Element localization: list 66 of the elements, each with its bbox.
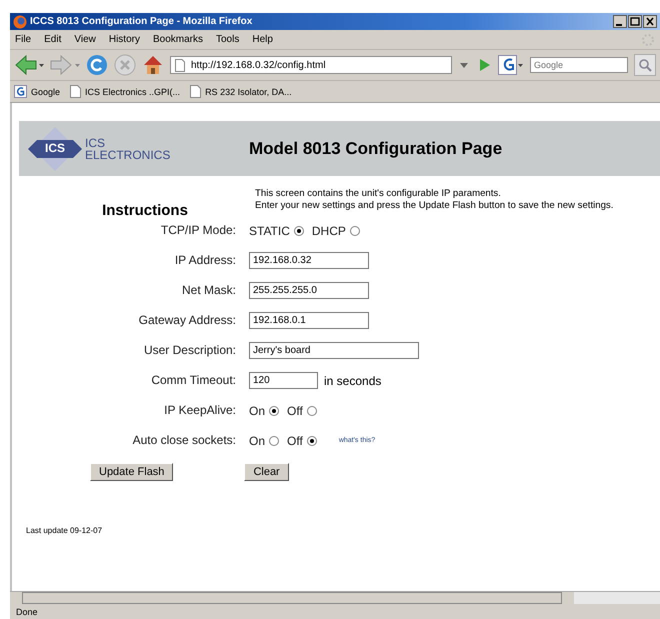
menu-item[interactable]: Tools bbox=[216, 34, 240, 45]
form-button[interactable]: Update Flash bbox=[90, 463, 174, 481]
throbber-icon bbox=[641, 32, 655, 46]
option-label: Off bbox=[287, 404, 303, 418]
google-icon bbox=[14, 85, 27, 98]
text-field[interactable]: 192.168.0.1 bbox=[249, 312, 369, 329]
home-button[interactable] bbox=[142, 54, 164, 76]
menu-item[interactable]: Bookmarks bbox=[152, 34, 203, 45]
page-heading: Model 8013 Configuration Page bbox=[248, 138, 502, 158]
logo-text: ICS bbox=[85, 136, 106, 148]
field-label: Net Mask: bbox=[180, 282, 236, 299]
page-icon bbox=[175, 58, 185, 72]
reload-button[interactable] bbox=[86, 54, 108, 76]
forward-button[interactable] bbox=[50, 54, 80, 76]
bookmark[interactable]: ICS Electronics ..GPI(... bbox=[70, 85, 180, 98]
option-label: On bbox=[249, 434, 266, 448]
text-field[interactable]: 192.168.0.32 bbox=[249, 252, 369, 269]
menu-item[interactable]: History bbox=[108, 34, 140, 45]
search-engine-button[interactable] bbox=[498, 54, 524, 76]
text-field[interactable]: 120 bbox=[249, 372, 318, 389]
field-label: User Description: bbox=[142, 342, 236, 359]
field-label: IP KeepAlive: bbox=[163, 402, 236, 419]
form-button[interactable]: Clear bbox=[244, 463, 289, 481]
radio-button[interactable] bbox=[294, 226, 304, 236]
option-label: On bbox=[249, 404, 266, 418]
bookmark[interactable]: Google bbox=[14, 85, 60, 98]
page-icon bbox=[190, 85, 202, 98]
field-label: IP Address: bbox=[174, 252, 236, 269]
radio-button[interactable] bbox=[350, 226, 360, 236]
search-field[interactable]: Google bbox=[530, 57, 628, 73]
menu-item[interactable]: Edit bbox=[44, 34, 62, 45]
intro-text: Enter your new settings and press the Update Flash button to save the new settings. bbox=[255, 200, 614, 212]
radio-button[interactable] bbox=[269, 406, 280, 416]
text-field[interactable]: Jerry's board bbox=[249, 342, 419, 359]
search-icon[interactable] bbox=[634, 54, 656, 76]
option-label: STATIC bbox=[249, 224, 290, 238]
field-label: Comm Timeout: bbox=[150, 372, 236, 389]
status-text: Done bbox=[16, 606, 38, 616]
window-title: ICCS 8013 Configuration Page - Mozilla Firefox bbox=[30, 16, 254, 27]
intro-text: This screen contains the unit's configurable IP paraments. bbox=[255, 188, 502, 200]
radio-button[interactable] bbox=[306, 436, 317, 446]
bookmark[interactable]: RS 232 Isolator, DA... bbox=[190, 85, 292, 98]
radio-button[interactable] bbox=[306, 406, 317, 416]
field-label: TCP/IP Mode: bbox=[160, 222, 236, 239]
option-label: DHCP bbox=[312, 224, 346, 238]
address-field[interactable]: http://192.168.0.32/config.html bbox=[170, 56, 452, 74]
logo-icon: ICS bbox=[27, 126, 83, 172]
unit-label: in seconds bbox=[324, 374, 382, 388]
close-button[interactable] bbox=[643, 15, 657, 28]
horizontal-scrollbar[interactable] bbox=[10, 591, 660, 604]
minimize-button[interactable] bbox=[613, 15, 627, 28]
radio-button[interactable] bbox=[269, 436, 280, 446]
browser-icon bbox=[13, 14, 27, 28]
menu-item[interactable]: Help bbox=[252, 34, 273, 45]
logo-text: ELECTRONICS bbox=[85, 148, 170, 160]
section-heading: Instructions bbox=[101, 202, 188, 219]
page-icon bbox=[70, 85, 82, 98]
menu-item[interactable]: View bbox=[74, 34, 96, 45]
last-update-text: Last update 09-12-07 bbox=[26, 526, 104, 535]
option-label: Off bbox=[287, 434, 303, 448]
menu-item[interactable]: File bbox=[15, 34, 32, 45]
field-label: Auto close sockets: bbox=[132, 432, 236, 449]
maximize-button[interactable] bbox=[628, 15, 642, 28]
back-button[interactable] bbox=[14, 54, 44, 76]
field-label: Gateway Address: bbox=[138, 312, 236, 329]
text-field[interactable]: 255.255.255.0 bbox=[249, 282, 369, 299]
